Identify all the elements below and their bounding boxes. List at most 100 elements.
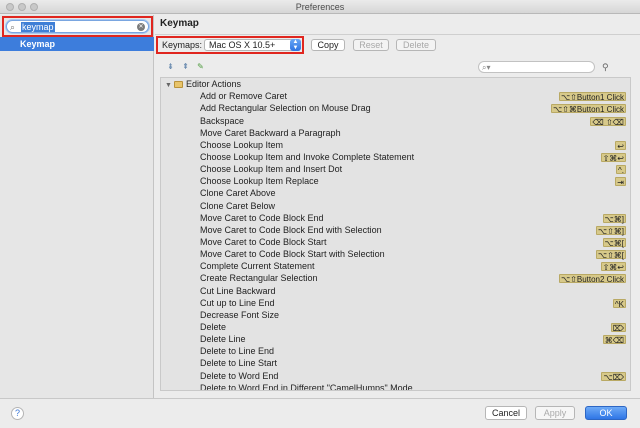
keymap-panel: Keymap Keymaps: Mac OS X 10.5+ ▲ ▼ Copy R… [155, 15, 640, 398]
collapse-all-icon[interactable]: ⇞ [181, 62, 190, 72]
action-name: Delete Line [200, 334, 246, 345]
action-name: Move Caret to Code Block End with Select… [200, 224, 382, 235]
keymaps-label: Keymaps: [162, 40, 203, 50]
action-name: Move Caret Backward a Paragraph [200, 127, 341, 138]
sidebar-item-keymap[interactable]: Keymap [0, 37, 154, 51]
shortcut-badge: ⌦ [610, 322, 626, 333]
action-row[interactable]: Choose Lookup Item Replace ⇥ [161, 175, 630, 187]
edit-icon[interactable]: ✎ [196, 62, 205, 72]
reset-button[interactable]: Reset [353, 39, 389, 51]
action-row[interactable]: Move Caret to Code Block Start with Sele… [161, 248, 630, 260]
search-icon: ⌕▾ [482, 63, 491, 72]
window-titlebar: Preferences [0, 0, 640, 14]
action-row[interactable]: Cut up to Line End ^K [161, 297, 630, 309]
action-name: Delete to Word End [200, 370, 279, 381]
close-window-icon[interactable] [6, 3, 14, 11]
delete-button[interactable]: Delete [396, 39, 436, 51]
action-row[interactable]: Choose Lookup Item and Invoke Complete S… [161, 151, 630, 163]
shortcut-badge: ⌥⇧Button2 Click [558, 274, 626, 285]
action-row[interactable]: Delete to Line Start [161, 357, 630, 369]
action-row[interactable]: Add or Remove Caret ⌥⇧Button1 Click [161, 90, 630, 102]
keymap-select[interactable]: Mac OS X 10.5+ ▲ ▼ [204, 39, 301, 51]
shortcut-badge: ⌥⇧⌘[ [595, 250, 626, 261]
chevron-updown-icon[interactable]: ▲ ▼ [290, 39, 301, 51]
settings-search-input[interactable]: ⌕ keymap ✕ [6, 20, 149, 33]
find-shortcut-icon[interactable]: ⚲ [602, 62, 612, 72]
action-row[interactable]: Delete Line ⌘⌫ [161, 333, 630, 345]
action-row[interactable]: Add Rectangular Selection on Mouse Drag ⌥… [161, 102, 630, 114]
expand-all-icon[interactable]: ⇟ [166, 62, 175, 72]
shortcut-badge: ^K [612, 298, 626, 309]
action-name: Cut up to Line End [200, 297, 275, 308]
keymap-tree[interactable]: ▼ Editor Actions Add or Remove Caret ⌥⇧But… [160, 77, 631, 391]
page-title: Keymap [160, 18, 199, 29]
action-name: Delete to Line End [200, 346, 275, 357]
clear-icon[interactable]: ✕ [137, 23, 145, 31]
action-row[interactable]: Choose Lookup Item and Insert Dot ^. [161, 163, 630, 175]
shortcut-badge: ⌥⇧Button1 Click [558, 92, 626, 103]
shortcut-badge: ^. [616, 165, 626, 176]
action-row[interactable]: Delete ⌦ [161, 321, 630, 333]
keymap-bar: Keymaps: Mac OS X 10.5+ ▲ ▼ Copy Reset De… [155, 36, 640, 54]
action-row[interactable]: Move Caret to Code Block End ⌥⌘] [161, 212, 630, 224]
window-title: Preferences [295, 2, 345, 12]
action-name: Clone Caret Above [200, 188, 276, 199]
shortcut-badge: ⌥⌘] [602, 213, 626, 224]
action-name: Delete to Word End in Different "CamelHu… [200, 382, 413, 391]
shortcut-badge: ⌥⌘[ [602, 237, 626, 248]
minimize-window-icon[interactable] [18, 3, 26, 11]
action-name: Move Caret to Code Block Start with Sele… [200, 249, 385, 260]
action-row[interactable]: Cut Line Backward [161, 285, 630, 297]
action-name: Decrease Font Size [200, 309, 280, 320]
action-name: Backspace [200, 115, 245, 126]
apply-button[interactable]: Apply [535, 406, 575, 420]
action-row[interactable]: Complete Current Statement ⇧⌘↩ [161, 260, 630, 272]
cancel-button[interactable]: Cancel [485, 406, 527, 420]
footer-divider [0, 398, 640, 399]
shortcut-badge: ⌥⇧⌘] [595, 225, 626, 236]
action-name: Add Rectangular Selection on Mouse Drag [200, 103, 371, 114]
action-name: Clone Caret Below [200, 200, 276, 211]
action-row[interactable]: Move Caret Backward a Paragraph [161, 127, 630, 139]
action-row[interactable]: Delete to Line End [161, 345, 630, 357]
help-button[interactable]: ? [11, 407, 24, 420]
zoom-window-icon[interactable] [30, 3, 38, 11]
action-row[interactable]: Decrease Font Size [161, 309, 630, 321]
action-name: Move Caret to Code Block End [200, 212, 324, 223]
action-row[interactable]: Delete to Word End in Different "CamelHu… [161, 382, 630, 391]
shortcut-badge: ⌫ ⇧⌫ [590, 116, 626, 127]
action-name: Move Caret to Code Block Start [200, 236, 327, 247]
shortcut-badge: ⌘⌫ [602, 335, 626, 346]
action-row[interactable]: Move Caret to Code Block Start ⌥⌘[ [161, 236, 630, 248]
action-row[interactable]: Choose Lookup Item ↩ [161, 139, 630, 151]
search-icon: ⌕ [10, 22, 16, 32]
folder-icon [174, 81, 183, 88]
shortcut-badge: ⇥ [615, 177, 626, 188]
settings-sidebar: ⌕ keymap ✕ Keymap [0, 15, 154, 398]
action-row[interactable]: Delete to Word End ⌥⌦ [161, 370, 630, 382]
action-name: Choose Lookup Item Replace [200, 176, 319, 187]
action-name: Complete Current Statement [200, 261, 315, 272]
copy-button[interactable]: Copy [311, 39, 345, 51]
action-name: Cut Line Backward [200, 285, 276, 296]
keymap-select-value: Mac OS X 10.5+ [209, 40, 276, 50]
action-name: Choose Lookup Item and Invoke Complete S… [200, 152, 415, 162]
shortcut-badge: ⇧⌘↩ [600, 262, 626, 273]
action-name: Create Rectangular Selection [200, 273, 318, 284]
action-row[interactable]: Move Caret to Code Block End with Select… [161, 224, 630, 236]
search-input-value[interactable]: keymap [21, 22, 55, 32]
ok-button[interactable]: OK [585, 406, 627, 420]
action-row[interactable]: Backspace ⌫ ⇧⌫ [161, 115, 630, 127]
filter-input[interactable]: ⌕▾ [478, 61, 595, 73]
action-row[interactable]: Clone Caret Below [161, 200, 630, 212]
action-row[interactable]: Create Rectangular Selection ⌥⇧Button2 Cl… [161, 272, 630, 284]
search-highlight: ⌕ keymap ✕ [2, 16, 153, 37]
shortcut-badge: ⌥⇧⌘Button1 Click [550, 104, 626, 115]
action-row[interactable]: Clone Caret Above [161, 187, 630, 199]
shortcut-badge: ⇧⌘↩ [600, 153, 626, 163]
tree-group-editor-actions[interactable]: ▼ Editor Actions [161, 78, 630, 90]
group-label: Editor Actions [186, 79, 242, 89]
shortcut-badge: ↩ [615, 140, 626, 151]
action-name: Choose Lookup Item [200, 139, 284, 150]
shortcut-badge: ⌥⌦ [601, 371, 626, 382]
